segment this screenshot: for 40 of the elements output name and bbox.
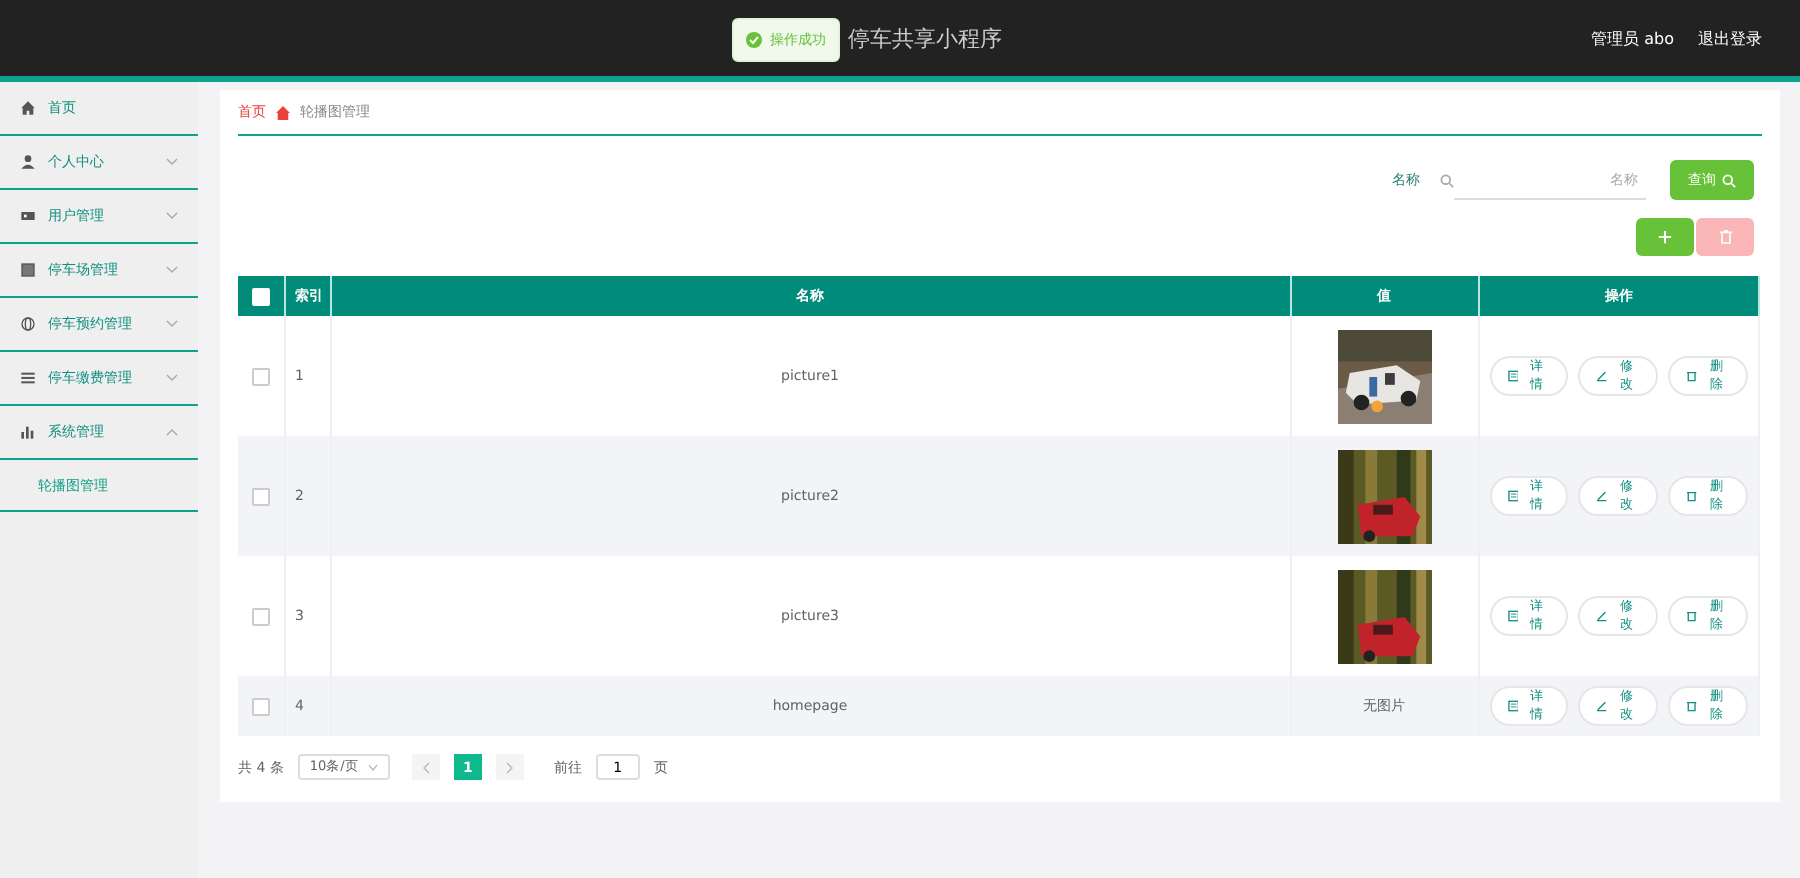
search-icon	[1722, 173, 1736, 187]
document-icon	[1507, 610, 1519, 622]
logout-link[interactable]: 退出登录	[1698, 27, 1762, 49]
user-name: 管理员 abo	[1591, 27, 1674, 49]
chevron-right-icon	[505, 761, 514, 773]
pencil-icon	[1596, 490, 1608, 502]
prev-page-button[interactable]	[411, 754, 440, 780]
delete-button[interactable]	[1696, 218, 1754, 256]
home-icon	[276, 105, 290, 119]
home-icon	[20, 100, 36, 116]
document-icon	[1507, 490, 1519, 502]
pencil-icon	[1596, 370, 1608, 382]
select-all-checkbox[interactable]	[251, 287, 270, 305]
search-icon	[1440, 173, 1454, 187]
next-page-button[interactable]	[495, 754, 524, 780]
card-icon	[20, 208, 36, 224]
trash-icon	[1686, 490, 1698, 502]
chevron-down-icon	[367, 763, 378, 771]
trash-icon	[1686, 700, 1698, 712]
row-checkbox[interactable]	[251, 607, 270, 625]
globe-icon	[20, 316, 36, 332]
trash-icon	[1686, 370, 1698, 382]
add-button[interactable]	[1636, 218, 1694, 256]
trash-icon	[1686, 610, 1698, 622]
document-icon	[1507, 700, 1519, 712]
person-icon	[20, 154, 36, 170]
check-circle-icon	[746, 32, 762, 48]
row-checkbox[interactable]	[251, 487, 270, 505]
chevron-left-icon	[421, 761, 430, 773]
list-icon	[20, 370, 36, 386]
square-icon	[20, 262, 36, 278]
trash-icon	[1719, 230, 1731, 244]
app-title: 停车共享小程序	[848, 24, 1002, 54]
document-icon	[1507, 370, 1519, 382]
row-checkbox[interactable]	[251, 367, 270, 385]
pencil-icon	[1596, 700, 1608, 712]
plus-icon	[1658, 230, 1672, 244]
row-checkbox[interactable]	[251, 697, 270, 715]
bar-chart-icon	[20, 424, 36, 440]
pencil-icon	[1596, 610, 1608, 622]
